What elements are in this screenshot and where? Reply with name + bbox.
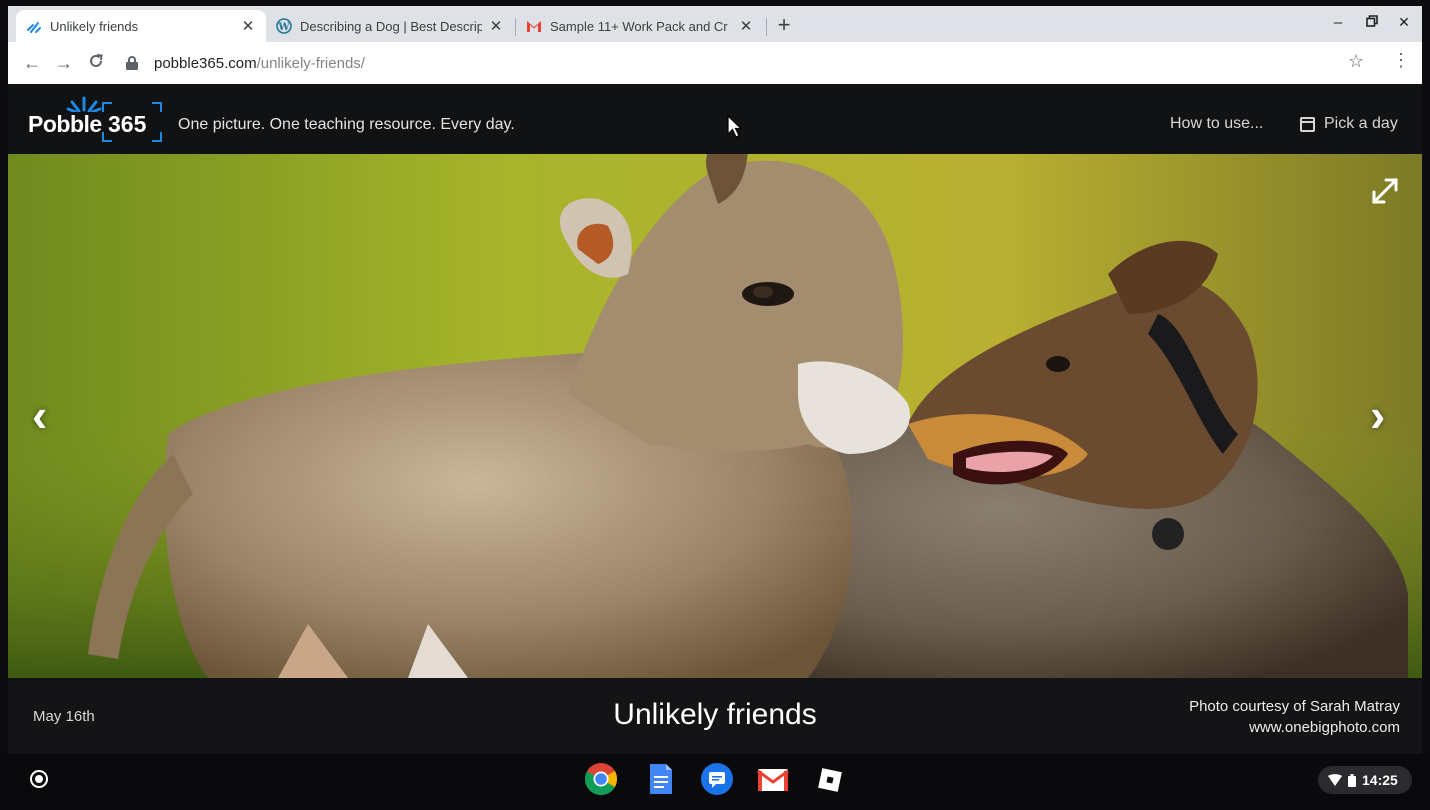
clock-time: 14:25 [1362,772,1398,788]
donkey-and-dog-photo [8,154,1422,678]
tab-title: Unlikely friends [50,18,139,34]
close-icon[interactable]: ✕ [738,17,754,35]
system-tray[interactable]: 14:25 [1318,766,1412,794]
lock-icon [126,56,138,70]
next-picture-arrow[interactable]: › [1370,392,1385,438]
docs-icon[interactable] [644,762,678,796]
reload-icon [90,54,103,67]
calendar-icon [1300,116,1315,132]
previous-picture-arrow[interactable]: ‹ [32,392,47,438]
battery-icon [1348,773,1356,787]
picture-caption-bar: May 16th Unlikely friends Photo courtesy… [8,678,1422,754]
tab-title: Sample 11+ Work Pack and Cr [550,18,728,34]
logo-rays-icon [66,96,102,112]
site-tagline: One picture. One teaching resource. Ever… [178,116,515,133]
browser-window-chrome: Unlikely friends ✕ W Describing a Dog | … [8,6,1422,84]
launcher-icon[interactable] [30,770,48,788]
roblox-icon[interactable] [816,766,844,794]
credit-line: Photo courtesy of Sarah Matray [1189,698,1400,715]
screen: Unlikely friends ✕ W Describing a Dog | … [0,0,1430,810]
chrome-icon[interactable] [584,762,618,796]
gmail-icon[interactable] [756,762,790,796]
forward-button[interactable]: → [52,51,76,75]
wifi-icon [1328,774,1342,786]
fullscreen-expand-icon[interactable] [1368,174,1402,208]
close-icon[interactable]: ✕ [240,17,256,35]
pick-a-day-link[interactable]: Pick a day [1300,115,1398,133]
restore-icon[interactable] [1362,14,1382,34]
messages-icon[interactable] [700,762,734,796]
wordpress-icon: W [276,18,292,34]
pobble365-logo[interactable]: Pobble 365 [28,94,168,144]
photo-credit: Photo courtesy of Sarah Matray www.onebi… [1189,696,1400,738]
pick-a-day-label: Pick a day [1324,115,1398,132]
how-to-use-link[interactable]: How to use... [1170,115,1263,133]
menu-dots-icon[interactable]: ⋮ [1392,50,1410,71]
url-host: pobble365.com [154,54,257,72]
minimize-icon[interactable]: – [1328,14,1348,34]
tab-separator [766,18,767,36]
logo-word: Pobble [28,111,102,137]
pobble-icon [26,18,42,34]
svg-text:W: W [277,22,290,33]
gmail-icon [526,18,542,34]
url-path: /unlikely-friends/ [256,54,365,72]
tab-strip: Unlikely friends ✕ W Describing a Dog | … [8,6,1422,42]
site-header: Pobble 365 One picture. One teaching res… [8,84,1422,154]
close-icon[interactable]: ✕ [488,17,504,35]
tab-sample-work-pack[interactable]: Sample 11+ Work Pack and Cr ✕ [516,10,764,42]
back-button[interactable]: ← [20,51,44,75]
window-close-icon[interactable]: ✕ [1394,14,1414,34]
tab-title: Describing a Dog | Best Descrip [300,18,482,34]
credit-url[interactable]: www.onebigphoto.com [1189,717,1400,738]
reload-button[interactable] [84,51,108,75]
address-bar[interactable]: pobble365.com/unlikely-friends/ [126,48,1336,78]
mouse-cursor-icon [727,115,743,138]
new-tab-button[interactable]: + [772,14,796,38]
os-shelf: 14:25 [0,754,1430,810]
browser-toolbar: ← → pobble365.com/unlikely-friends/ ☆ ⋮ [8,42,1422,84]
tab-unlikely-friends[interactable]: Unlikely friends ✕ [16,10,266,42]
picture-of-the-day: ‹ › [8,154,1422,678]
bookmark-star-icon[interactable]: ☆ [1348,51,1364,72]
logo-number: 365 [108,111,147,137]
tab-describing-a-dog[interactable]: W Describing a Dog | Best Descrip ✕ [266,10,514,42]
